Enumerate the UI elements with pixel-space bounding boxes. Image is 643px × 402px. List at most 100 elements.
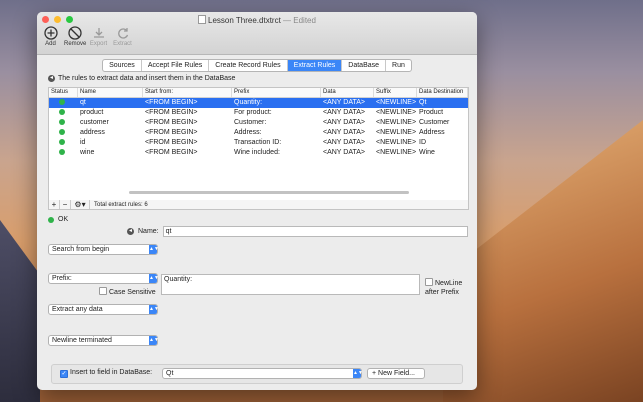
name-field[interactable]: qt [162, 226, 468, 237]
insert-panel: ✓ Insert to field in DataBase: Qt ▲▼ + New… [51, 364, 463, 384]
name-row: ◂ Name: qt [127, 226, 468, 237]
info-banner: ◂ The rules to extract data and insert t… [48, 75, 236, 82]
arrow-circle-icon: ◂ [127, 228, 134, 235]
column-header[interactable]: Status [49, 88, 78, 97]
tab-create-record-rules[interactable]: Create Record Rules [209, 60, 288, 71]
table-cell: Customer: [234, 119, 267, 126]
column-header[interactable]: Data [321, 88, 374, 97]
table-cell: <ANY DATA> [323, 129, 366, 136]
table-cell: <ANY DATA> [323, 149, 366, 156]
column-header[interactable]: Data Destination [417, 88, 468, 97]
horizontal-scrollbar[interactable] [129, 191, 409, 194]
case-sensitive-checkbox[interactable]: Case Sensitive [99, 287, 156, 296]
table-cell: <NEWLINE> [376, 109, 417, 116]
table-cell: <NEWLINE> [376, 139, 417, 146]
app-window: Lesson Three.dtxtrct — Edited Add Remove… [37, 12, 477, 390]
checkbox-checked-icon: ✓ [60, 370, 68, 378]
tab-extract-rules[interactable]: Extract Rules [287, 60, 343, 71]
table-cell: Customer [419, 119, 450, 126]
status-cell [49, 108, 78, 118]
table-cell: For product: [234, 109, 272, 116]
chevron-down-icon: ▲▼ [149, 305, 159, 314]
status-ok-icon [48, 216, 54, 223]
newline-after-prefix-checkbox[interactable]: NewLine after Prefix [425, 278, 471, 297]
desktop-rock [0, 220, 40, 402]
arrow-circle-icon: ◂ [48, 75, 55, 82]
status-ok-icon [59, 99, 65, 105]
extract-button[interactable]: Extract [112, 26, 133, 47]
table-cell: ID [419, 139, 426, 146]
table-cell: Address: [234, 129, 262, 136]
table-row[interactable]: wine <FROM BEGIN> Wine included: <ANY DA… [49, 148, 468, 158]
tab-sources[interactable]: Sources [103, 60, 142, 71]
export-button[interactable]: Export [88, 26, 109, 47]
database-field-popup[interactable]: Qt ▲▼ [162, 368, 363, 379]
new-field-button[interactable]: + New Field... [367, 368, 425, 379]
remove-rule-button[interactable]: − [60, 200, 71, 209]
chevron-down-icon: ▲▼ [149, 245, 159, 254]
table-row[interactable]: customer <FROM BEGIN> Customer: <ANY DAT… [49, 118, 468, 128]
titlebar: Lesson Three.dtxtrct — Edited Add Remove… [37, 12, 477, 55]
tab-database[interactable]: DataBase [342, 60, 387, 71]
table-row[interactable]: address <FROM BEGIN> Address: <ANY DATA>… [49, 128, 468, 138]
table-cell: <FROM BEGIN> [145, 119, 198, 126]
column-header[interactable]: Name [78, 88, 143, 97]
table-cell: Wine [419, 149, 435, 156]
table-cell: <NEWLINE> [376, 119, 417, 126]
suffix-popup[interactable]: Newline terminated ▲▼ [48, 335, 159, 346]
extract-icon [117, 28, 128, 39]
status-ok-icon [59, 129, 65, 135]
toolbar: Add Remove Export Extract [40, 26, 133, 47]
table-cell: <FROM BEGIN> [145, 99, 198, 106]
table-row[interactable]: qt <FROM BEGIN> Quantity: <ANY DATA> <NE… [49, 98, 468, 108]
add-icon [43, 26, 58, 40]
prefix-popup[interactable]: Prefix: ▲▼ [48, 273, 159, 284]
column-header[interactable]: Prefix [232, 88, 321, 97]
chevron-down-icon: ▲▼ [149, 274, 159, 283]
table-row[interactable]: product <FROM BEGIN> For product: <ANY D… [49, 108, 468, 118]
checkbox-icon [99, 287, 107, 295]
validation-status: OK [48, 216, 68, 223]
status-cell [49, 138, 78, 148]
gear-icon[interactable]: ⚙▾ [71, 200, 90, 209]
start-popup[interactable]: Search from begin ▲▼ [48, 244, 159, 255]
table-cell: Product [419, 109, 444, 116]
table-row[interactable]: id <FROM BEGIN> Transaction ID: <ANY DAT… [49, 138, 468, 148]
chevron-down-icon: ▲▼ [353, 369, 363, 378]
table-cell: Address [419, 129, 445, 136]
checkbox-icon [425, 278, 433, 286]
table-cell: <NEWLINE> [376, 149, 417, 156]
status-ok-icon [59, 119, 65, 125]
status-cell [49, 98, 78, 108]
status-cell [49, 148, 78, 158]
table-cell: <NEWLINE> [376, 129, 417, 136]
export-icon [93, 28, 104, 38]
table-cell: qt [80, 99, 86, 106]
data-popup[interactable]: Extract any data ▲▼ [48, 304, 159, 315]
name-label: Name: [138, 228, 159, 235]
table-cell: <ANY DATA> [323, 109, 366, 116]
table-cell: wine [80, 149, 95, 156]
window-title: Lesson Three.dtxtrct — Edited [37, 15, 477, 25]
status-ok-icon [59, 149, 65, 155]
remove-button[interactable]: Remove [64, 26, 86, 47]
table-cell: <FROM BEGIN> [145, 129, 198, 136]
tab-accept-file-rules[interactable]: Accept File Rules [142, 60, 210, 71]
table-cell: product [80, 109, 104, 116]
add-button[interactable]: Add [40, 26, 61, 47]
table-cell: Transaction ID: [234, 139, 282, 146]
tab-run[interactable]: Run [386, 60, 411, 71]
insert-to-field-checkbox[interactable]: ✓ Insert to field in DataBase: [60, 369, 152, 378]
table-cell: Quantity: [234, 99, 263, 106]
add-rule-button[interactable]: + [49, 200, 60, 209]
column-header[interactable]: Suffix [374, 88, 417, 97]
prefix-text-field[interactable]: Quantity: [161, 274, 420, 295]
column-header[interactable]: Start from: [143, 88, 232, 97]
tab-segment: Sources Accept File Rules Create Record … [102, 59, 412, 72]
status-cell [49, 128, 78, 138]
table-footer: + − ⚙▾ Total extract rules: 6 [48, 200, 469, 210]
table-cell: customer [80, 119, 109, 126]
status-cell [49, 118, 78, 128]
table-cell: Wine included: [234, 149, 280, 156]
rules-table: Status Name Start from: Prefix Data Suff… [48, 87, 469, 201]
